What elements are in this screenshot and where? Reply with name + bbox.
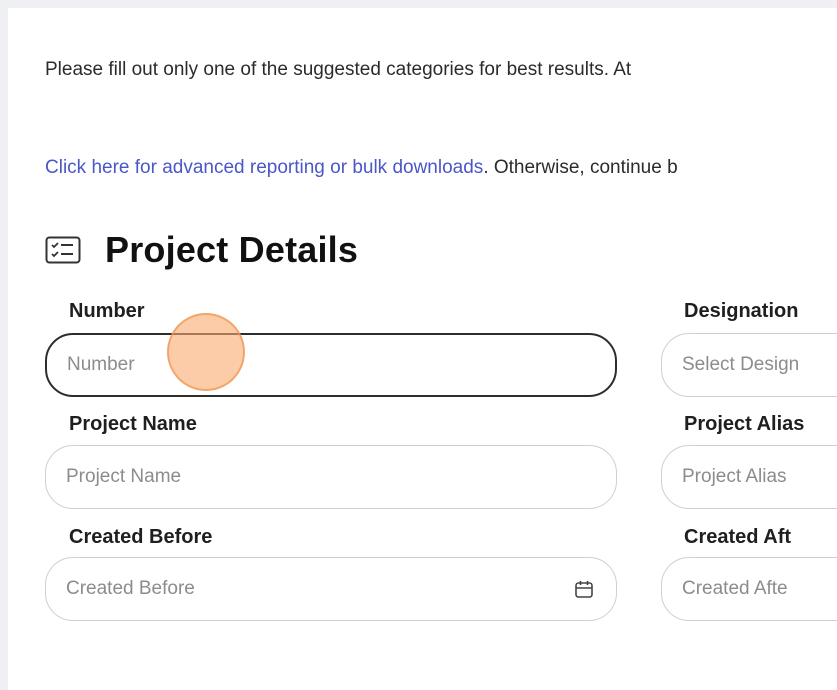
created-before-placeholder: Created Before (66, 578, 195, 599)
project-alias-placeholder: Project Alias (682, 466, 787, 487)
number-placeholder: Number (67, 354, 135, 375)
designation-placeholder: Select Design (682, 354, 800, 375)
created-before-input[interactable]: Created Before (45, 557, 617, 621)
created-after-label: Created Aft (684, 526, 792, 548)
created-after-placeholder: Created Afte (682, 578, 788, 599)
continue-text: . Otherwise, continue b (483, 157, 678, 178)
project-alias-input[interactable]: Project Alias (661, 445, 837, 509)
created-after-input[interactable]: Created Afte (661, 557, 837, 621)
project-name-label: Project Name (69, 413, 197, 435)
section-header: Project Details (45, 229, 358, 271)
project-name-placeholder: Project Name (66, 466, 182, 487)
number-label: Number (69, 300, 145, 322)
checklist-icon (45, 235, 83, 265)
click-highlight (167, 313, 245, 391)
form-card: Please fill out only one of the suggeste… (8, 8, 837, 690)
advanced-reporting-link[interactable]: Click here for advanced reporting or bul… (45, 157, 483, 178)
advanced-reporting-line: Click here for advanced reporting or bul… (45, 157, 678, 179)
project-alias-label: Project Alias (684, 413, 805, 435)
section-title: Project Details (105, 229, 359, 270)
number-input[interactable]: Number (45, 333, 617, 397)
project-name-input[interactable]: Project Name (45, 445, 617, 509)
designation-select[interactable]: Select Design (661, 333, 837, 397)
designation-label: Designation (684, 300, 799, 322)
created-before-label: Created Before (69, 526, 213, 548)
calendar-icon[interactable] (574, 579, 594, 605)
intro-text: Please fill out only one of the suggeste… (45, 59, 632, 80)
